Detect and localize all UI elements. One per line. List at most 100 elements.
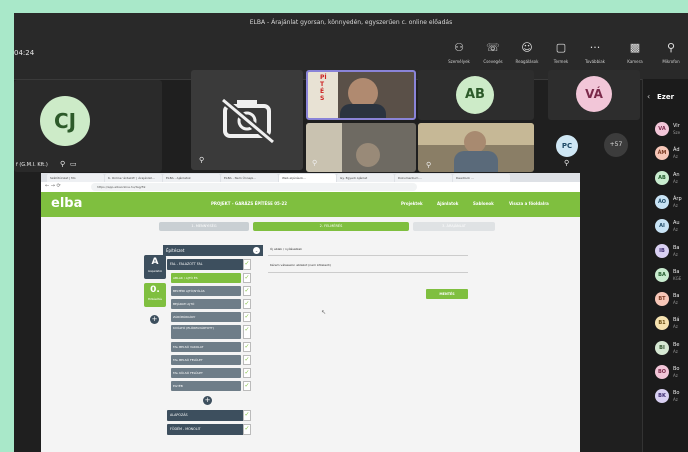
chevron-down-icon[interactable]: ⌄: [253, 247, 260, 254]
check-icon[interactable]: ✓: [243, 286, 251, 296]
toolbar-rooms-button[interactable]: ▢ Termek: [544, 41, 578, 64]
browser-tab[interactable]: Szállítóinkat | Mo: [47, 174, 104, 182]
participant-name: Bo: [673, 390, 680, 397]
browser-nav-icons[interactable]: ← → ⟳: [45, 183, 61, 189]
item-form: Új ablak / nyílásablak Kérem válasszon a…: [268, 245, 470, 325]
back-icon[interactable]: ‹: [647, 92, 650, 101]
participant-row[interactable]: BT Ba Az: [643, 287, 688, 311]
more-participants-button[interactable]: +57: [604, 133, 628, 157]
tree-section[interactable]: FÖDÉM - MONOLIT: [167, 424, 249, 435]
window-title: ELBA - Árajánlat gyorsan, könnyedén, egy…: [14, 13, 688, 33]
tree-item[interactable]: FAL BELSŐ FELÜLET: [171, 355, 241, 365]
elba-header: elba PROJEKT - GARÁZS ÉPÍTÉSE 05-22 Proj…: [41, 192, 580, 217]
toolbar-label: Csevegés: [483, 59, 503, 64]
tree-item[interactable]: ZÁRÓPÁRKÁNY: [171, 312, 241, 322]
browser-tab[interactable]: ELBA - Ajánlatok: [163, 174, 220, 182]
tree-title: Építészet: [166, 248, 185, 253]
check-icon[interactable]: ✓: [243, 355, 251, 365]
avatar: VA: [655, 122, 669, 136]
tree-section[interactable]: FAL - FALAZOTT FAL: [167, 259, 249, 270]
tree-item[interactable]: BELTÉRI AJTÓ/NYÍLÁS: [171, 286, 241, 296]
check-icon[interactable]: ✓: [243, 273, 251, 283]
toolbar-people-button[interactable]: ⚇ Személyek: [442, 41, 476, 64]
participant-row[interactable]: BA Ba KGE: [643, 263, 688, 287]
form-label-select: Kérem válasszon ablakot (nem kötelező): [270, 263, 331, 267]
check-icon[interactable]: ✓: [243, 410, 251, 421]
mic-off-icon: ⚲: [312, 159, 318, 167]
participant-subtitle: Az: [673, 348, 678, 354]
participant-row[interactable]: ÁO Árp Az: [643, 190, 688, 214]
step-tab[interactable]: 3. ÁRAJÁNLAT: [413, 222, 495, 231]
tree-item[interactable]: EGYÉB: [171, 381, 241, 391]
select-window-field[interactable]: [268, 272, 468, 273]
tree-item[interactable]: FAL BELSŐ VAKOLAT: [171, 342, 241, 352]
url-field[interactable]: https://app.elbaonline.hu/tag/59: [91, 183, 417, 191]
participant-name: An: [673, 171, 680, 178]
elba-logo[interactable]: elba: [51, 196, 82, 211]
participant-row[interactable]: IB Ba Az: [643, 239, 688, 263]
save-button[interactable]: MENTÉS: [426, 289, 468, 299]
mic-off-icon: ⚲: [666, 41, 676, 54]
participant-row[interactable]: AI Au Az: [643, 214, 688, 238]
participant-name: Ád: [673, 147, 680, 154]
mic-off-icon: ⚲: [564, 159, 570, 167]
check-icon[interactable]: ✓: [243, 424, 251, 435]
participant-name: Bá: [673, 317, 680, 324]
avatar: BT: [655, 292, 669, 307]
check-icon[interactable]: ✓: [243, 381, 251, 391]
camera-off-icon: [220, 97, 276, 145]
tree-section[interactable]: ALAPOZÁS: [167, 410, 249, 421]
participant-subtitle: Sze: [673, 130, 681, 135]
check-icon[interactable]: ✓: [243, 299, 251, 309]
tree-header[interactable]: Építészet ⌄: [163, 245, 263, 256]
check-icon[interactable]: ✓: [243, 325, 251, 339]
browser-tab[interactable]: ELBA - Nem Ünnepi...: [221, 174, 278, 182]
participant-row[interactable]: AB An Az: [643, 166, 688, 190]
toolbar-mic-off-button[interactable]: ⚲ Mikrofon: [654, 41, 688, 64]
participant-row[interactable]: B1 Bá Az: [643, 311, 688, 335]
person-body: [340, 104, 386, 118]
participant-row[interactable]: BI Be Az: [643, 336, 688, 360]
add-icon[interactable]: +: [150, 315, 159, 324]
participant-row[interactable]: ÁM Ád Az: [643, 141, 688, 165]
browser-tab[interactable]: K. Online 'érdeklő' | Árajánlat...: [105, 174, 162, 182]
tree-item[interactable]: KIVÁLTÓ (ELŐREGYÁRTOTT): [171, 325, 241, 339]
toolbar-chat-button[interactable]: ☏ Csevegés: [476, 41, 510, 64]
browser-tab[interactable]: Web eljárások...: [279, 174, 336, 182]
step-tab[interactable]: 2. FELMÉRÉS: [253, 222, 409, 231]
browser-tab[interactable]: Dokumentum ...: [395, 174, 452, 182]
browser-tab[interactable]: Gy. Egyedi Ajánlat: [337, 174, 394, 182]
video-banner-text: PÍTÉS: [320, 74, 327, 102]
tree-item[interactable]: FAL KÜLSŐ FELÜLET: [171, 368, 241, 378]
participant-subtitle: KGE: [673, 275, 682, 281]
toolbar-more-button[interactable]: ··· Továbbiak: [578, 41, 612, 64]
participant-subtitle: Az: [673, 324, 678, 330]
check-icon[interactable]: ✓: [243, 368, 251, 378]
avatar: ÁO: [655, 194, 669, 209]
avatar: B1: [655, 316, 669, 331]
tree-item[interactable]: ABLAK / AJTÓ ÉS: [171, 273, 241, 283]
avatar: CJ: [40, 96, 90, 146]
browser-tab[interactable]: Deadlock ...: [453, 174, 510, 182]
check-icon[interactable]: ✓: [243, 259, 251, 270]
toolbar-label: Reagálások: [515, 59, 539, 64]
participant-row[interactable]: VA Vir Sze: [643, 117, 688, 141]
check-icon[interactable]: ✓: [243, 342, 251, 352]
toolbar-camera-off-button[interactable]: ▩ Kamera: [618, 41, 652, 64]
toolbar-reactions-button[interactable]: ☺ Reagálások: [510, 41, 544, 64]
nav-link[interactable]: Vissza a főoldalra: [509, 201, 549, 206]
tile-video-2: ⚲: [418, 123, 534, 172]
step-tab[interactable]: 1. MENNYISÉG: [159, 222, 249, 231]
nav-link[interactable]: Ajánlatok: [437, 201, 458, 206]
check-icon[interactable]: ✓: [243, 312, 251, 322]
participant-row[interactable]: BK Bo Az: [643, 384, 688, 408]
add-item-icon[interactable]: +: [203, 396, 212, 405]
reactions-icon: ☺: [521, 41, 533, 54]
nav-link[interactable]: Sablonok: [473, 201, 494, 206]
participant-row[interactable]: BO Bo Az: [643, 360, 688, 384]
tree-item[interactable]: BEJÁRATI AJTÓ: [171, 299, 241, 309]
nav-link[interactable]: Projektek: [401, 201, 423, 206]
participant-name: Árp: [673, 195, 682, 202]
structure-tree: Építészet ⌄ FAL - FALAZOTT FAL ✓ ABLAK / A…: [163, 245, 263, 452]
avatar: AB: [655, 170, 669, 185]
